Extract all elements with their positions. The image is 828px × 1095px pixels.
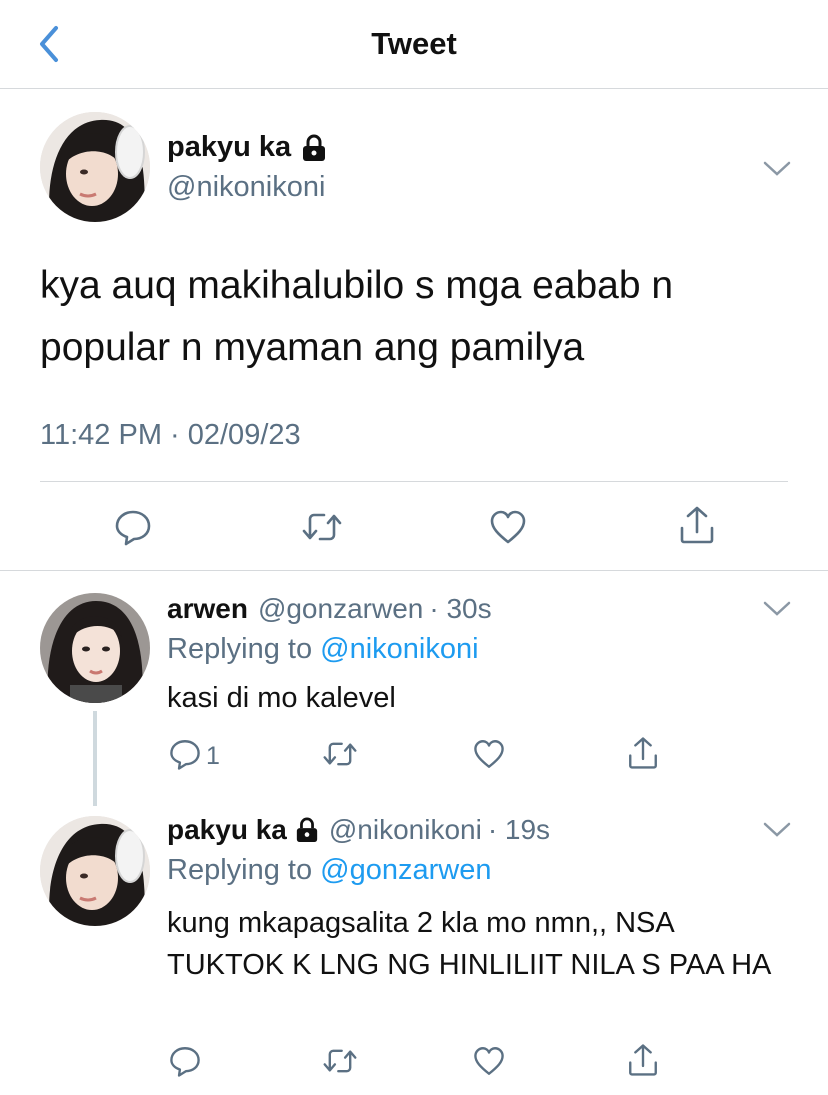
retweet-icon[interactable] xyxy=(321,1044,359,1078)
display-name[interactable]: pakyu ka xyxy=(167,814,287,846)
divider xyxy=(40,481,788,482)
top-bar: Tweet xyxy=(0,0,828,89)
reply-time: · 19s xyxy=(487,814,551,845)
like-icon[interactable] xyxy=(472,1044,506,1078)
replying-to-link[interactable]: @gonzarwen xyxy=(320,854,491,886)
reply-text: kung mkapagsalita 2 kla mo nmn,, NSA TUK… xyxy=(167,907,772,981)
replying-to-label: Replying to xyxy=(167,633,313,665)
main-tweet: pakyu ka @nikonikoni kya auq makihalubil… xyxy=(0,89,828,571)
lock-icon xyxy=(301,134,327,162)
like-icon[interactable] xyxy=(488,507,528,547)
reply-icon[interactable] xyxy=(168,1044,202,1078)
chevron-down-icon[interactable] xyxy=(762,820,792,840)
replying-to-link[interactable]: @nikonikoni xyxy=(320,633,478,665)
chevron-down-icon[interactable] xyxy=(762,159,792,179)
avatar[interactable] xyxy=(40,816,150,926)
author-name-row: arwen @gonzarwen · 30s xyxy=(167,593,492,625)
replying-to-line: Replying to @gonzarwen xyxy=(167,854,491,887)
replying-to-line: Replying to @nikonikoni xyxy=(167,633,479,666)
retweet-icon[interactable] xyxy=(321,737,359,771)
page-title: Tweet xyxy=(371,26,457,61)
reply-tweet[interactable]: pakyu ka @nikonikoni · 19s Replying to @… xyxy=(0,806,828,1095)
reply-icon[interactable] xyxy=(113,507,153,547)
author-name-row: pakyu ka xyxy=(167,131,327,164)
lock-icon xyxy=(295,817,319,843)
like-icon[interactable] xyxy=(472,737,506,771)
display-name[interactable]: pakyu ka xyxy=(167,131,291,164)
reply-tweet[interactable]: arwen @gonzarwen · 30s Replying to @niko… xyxy=(0,571,828,806)
avatar[interactable] xyxy=(40,112,150,222)
share-icon[interactable] xyxy=(677,504,717,546)
reply-time: · 30s xyxy=(429,593,492,624)
share-icon[interactable] xyxy=(626,735,660,771)
reply-text: kasi di mo kalevel xyxy=(167,682,396,714)
tweet-timestamp: 11:42 PM · 02/09/23 xyxy=(40,419,301,451)
retweet-icon[interactable] xyxy=(300,507,344,547)
thread-line xyxy=(93,711,97,806)
chevron-down-icon[interactable] xyxy=(762,599,792,619)
reply-count: 1 xyxy=(206,742,220,770)
handle[interactable]: @gonzarwen xyxy=(258,593,423,625)
author-name-row: pakyu ka @nikonikoni · 19s xyxy=(167,814,550,846)
share-icon[interactable] xyxy=(626,1042,660,1078)
handle[interactable]: @nikonikoni xyxy=(329,814,482,846)
avatar[interactable] xyxy=(40,593,150,703)
handle[interactable]: @nikonikoni xyxy=(167,171,325,204)
tweet-text: kya auq makihalubilo s mga eabab n popul… xyxy=(40,264,674,369)
reply-icon[interactable] xyxy=(168,737,202,771)
display-name[interactable]: arwen xyxy=(167,593,248,625)
replying-to-label: Replying to xyxy=(167,854,313,886)
